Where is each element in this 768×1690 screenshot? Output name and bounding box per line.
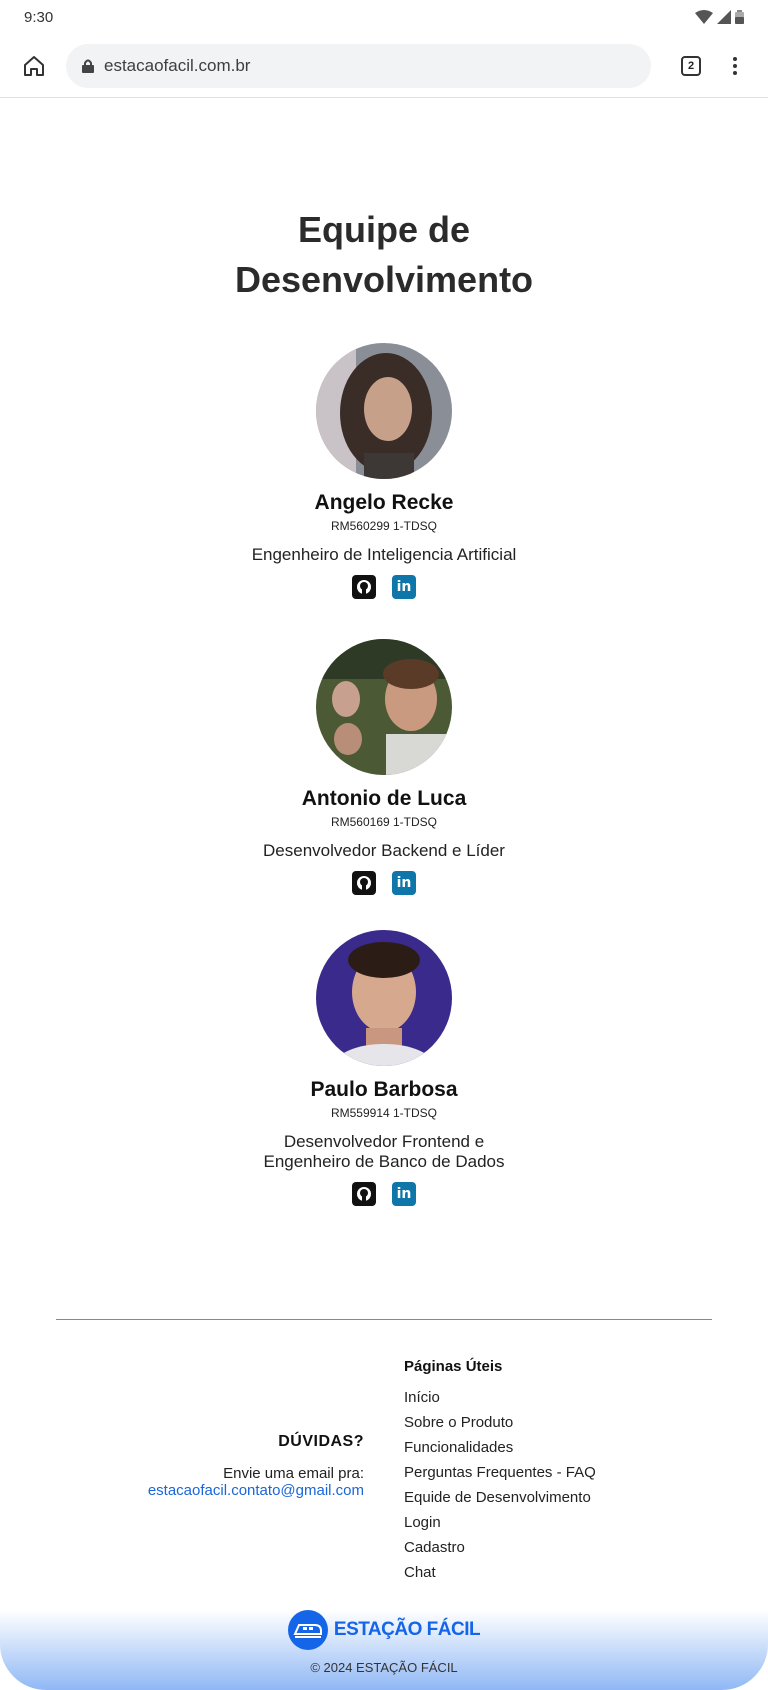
lock-icon — [82, 59, 94, 73]
dot-icon — [733, 63, 737, 68]
member-name: Angelo Recke — [314, 491, 454, 514]
team-member-card: Angelo Recke RM560299 1-TDSQ Engenheiro … — [0, 343, 768, 599]
contact-title: DÚVIDAS? — [278, 1433, 364, 1450]
footer-link-equipe[interactable]: Equide de Desenvolvimento — [404, 1485, 596, 1510]
member-name: Antonio de Luca — [301, 787, 467, 810]
member-rm: RM559914 1-TDSQ — [330, 1106, 438, 1120]
footer-divider — [56, 1319, 712, 1320]
footer-link-funcionalidades[interactable]: Funcionalidades — [404, 1435, 596, 1460]
browser-menu-button[interactable] — [723, 54, 747, 78]
signal-icon — [717, 10, 731, 24]
wifi-icon — [695, 10, 713, 24]
team-member-card: Paulo Barbosa RM559914 1-TDSQ Desenvolve… — [0, 930, 768, 1206]
footer-link-cadastro[interactable]: Cadastro — [404, 1535, 596, 1560]
footer-link-inicio[interactable]: Início — [404, 1385, 596, 1410]
title-line-2: Desenvolvimento — [234, 259, 534, 300]
brand-logo[interactable]: ESTAÇÃO FÁCIL — [0, 1610, 768, 1650]
linkedin-icon[interactable]: in — [392, 575, 416, 599]
github-icon[interactable] — [352, 575, 376, 599]
social-links: in — [352, 575, 416, 599]
member-role: Engenheiro de Inteligencia Artificial — [251, 545, 517, 564]
dot-icon — [733, 70, 737, 75]
title-line-1: Equipe de — [297, 209, 471, 250]
social-links: in — [352, 1182, 416, 1206]
status-icons — [695, 10, 744, 24]
member-avatar — [316, 930, 452, 1066]
member-role-line-2: Engenheiro de Banco de Dados — [263, 1152, 505, 1171]
social-links: in — [352, 871, 416, 895]
dot-icon — [733, 56, 737, 61]
links-list: Início Sobre o Produto Funcionalidades P… — [404, 1385, 596, 1585]
address-bar[interactable]: estacaofacil.com.br — [66, 43, 651, 88]
footer-link-login[interactable]: Login — [404, 1510, 596, 1535]
github-icon[interactable] — [352, 871, 376, 895]
links-title: Páginas Úteis — [404, 1358, 503, 1375]
contact-text: Envie uma email pra: — [223, 1465, 364, 1482]
status-bar: 9:30 — [0, 0, 768, 34]
copyright: © 2024 ESTAÇÃO FÁCIL — [310, 1660, 458, 1675]
contact-block: DÚVIDAS? Envie uma email pra: estacaofac… — [148, 1433, 364, 1500]
github-icon[interactable] — [352, 1182, 376, 1206]
member-rm: RM560299 1-TDSQ — [330, 519, 438, 533]
linkedin-icon[interactable]: in — [392, 1182, 416, 1206]
member-rm: RM560169 1-TDSQ — [330, 815, 438, 829]
url-text: estacaofacil.com.br — [104, 55, 251, 75]
member-role-line-1: Desenvolvedor Frontend e — [283, 1132, 485, 1151]
home-icon — [24, 55, 44, 76]
linkedin-icon[interactable]: in — [392, 871, 416, 895]
brand-name: ESTAÇÃO FÁCIL — [333, 1619, 481, 1640]
member-name: Paulo Barbosa — [310, 1078, 458, 1101]
member-role: Desenvolvedor Frontend e Engenheiro de B… — [263, 1132, 504, 1172]
team-member-card: Antonio de Luca RM560169 1-TDSQ Desenvol… — [0, 639, 768, 895]
browser-toolbar: estacaofacil.com.br 2 — [0, 34, 768, 98]
status-time: 9:30 — [24, 8, 54, 26]
useful-links: Páginas Úteis Início Sobre o Produto Fun… — [404, 1358, 596, 1585]
battery-icon — [735, 10, 744, 24]
footer-link-chat[interactable]: Chat — [404, 1560, 596, 1585]
train-icon — [287, 1610, 328, 1650]
member-role: Desenvolvedor Backend e Líder — [263, 841, 505, 860]
footer-link-faq[interactable]: Perguntas Frequentes - FAQ — [404, 1460, 596, 1485]
tab-switcher-button[interactable]: 2 — [681, 55, 701, 76]
home-button[interactable] — [18, 50, 50, 82]
member-avatar — [316, 343, 452, 479]
member-avatar — [316, 639, 452, 775]
footer-link-sobre[interactable]: Sobre o Produto — [404, 1410, 596, 1435]
page-title: Equipe de Desenvolvimento — [0, 205, 768, 305]
contact-email-link[interactable]: estacaofacil.contato@gmail.com — [148, 1482, 364, 1499]
